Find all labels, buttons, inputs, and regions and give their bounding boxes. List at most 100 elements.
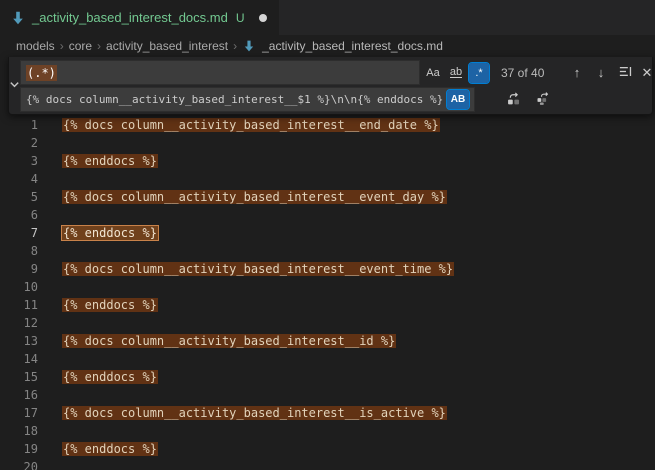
line-content[interactable]: {% docs column__activity_based_interest_…	[62, 188, 447, 206]
current-find-match: {% enddocs %}	[62, 226, 158, 240]
file-tab[interactable]: _activity_based_interest_docs.md U	[0, 0, 280, 35]
arrow-up-icon: ↑	[574, 65, 581, 80]
code-line: 6	[0, 206, 655, 224]
chevron-down-icon	[9, 77, 20, 95]
line-number: 20	[0, 458, 38, 470]
tab-bar: _activity_based_interest_docs.md U	[0, 0, 655, 35]
code-line: 18	[0, 422, 655, 440]
breadcrumb-item-activity-based-interest[interactable]: activity_based_interest	[106, 39, 228, 53]
find-match: {% enddocs %}	[62, 370, 158, 384]
line-content[interactable]: {% enddocs %}	[62, 152, 158, 170]
breadcrumb-separator: ›	[233, 39, 237, 53]
whole-word-button[interactable]: ab	[446, 63, 466, 83]
line-number: 7	[0, 224, 38, 242]
breadcrumb-item-models[interactable]: models	[16, 39, 55, 53]
code-line: 15 {% enddocs %}	[0, 368, 655, 386]
tab-title: _activity_based_interest_docs.md	[32, 10, 228, 25]
line-content[interactable]: {% enddocs %}	[62, 224, 158, 242]
code-line: 12	[0, 314, 655, 332]
line-content[interactable]: {% enddocs %}	[62, 296, 158, 314]
replace-all-button[interactable]	[533, 90, 553, 110]
line-content[interactable]: {% enddocs %}	[62, 440, 158, 458]
code-line: 19 {% enddocs %}	[0, 440, 655, 458]
line-number: 9	[0, 260, 38, 278]
line-content[interactable]: {% docs column__activity_based_interest_…	[62, 260, 454, 278]
regex-label: .*	[475, 67, 482, 79]
match-case-label: Aa	[426, 67, 439, 79]
breadcrumb-separator: ›	[97, 39, 101, 53]
line-number: 4	[0, 170, 38, 188]
line-number: 11	[0, 296, 38, 314]
line-number: 10	[0, 278, 38, 296]
find-in-selection-button[interactable]	[615, 63, 635, 83]
editor-lines[interactable]: 1 {% docs column__activity_based_interest…	[0, 116, 655, 470]
replace-row: {% docs column__activity_based_interest_…	[20, 87, 655, 112]
line-content[interactable]: {% enddocs %}	[62, 368, 158, 386]
search-input[interactable]: (.*)	[20, 60, 420, 85]
preserve-case-button[interactable]: AB	[447, 90, 469, 109]
line-number: 1	[0, 116, 38, 134]
code-line: 9 {% docs column__activity_based_interest…	[0, 260, 655, 278]
line-number: 2	[0, 134, 38, 152]
find-match: {% docs column__activity_based_interest_…	[62, 334, 396, 348]
code-line: 11 {% enddocs %}	[0, 296, 655, 314]
close-icon: ✕	[642, 65, 653, 81]
line-content[interactable]: {% docs column__activity_based_interest_…	[62, 404, 447, 422]
line-number: 14	[0, 350, 38, 368]
find-row: (.*) Aa ab .* 37 of 40 ↑ ↓	[20, 60, 655, 85]
code-line: 20	[0, 458, 655, 470]
line-number: 15	[0, 368, 38, 386]
code-line: 7 {% enddocs %}	[0, 224, 655, 242]
close-find-widget-button[interactable]: ✕	[637, 63, 655, 83]
toggle-replace-button[interactable]	[9, 57, 20, 114]
line-content[interactable]: {% docs column__activity_based_interest_…	[62, 116, 440, 134]
line-number: 17	[0, 404, 38, 422]
replace-icon	[506, 91, 521, 109]
selection-lines-icon	[618, 64, 633, 82]
breadcrumb-separator: ›	[60, 39, 64, 53]
replace-value: {% docs column__activity_based_interest_…	[26, 93, 447, 106]
regex-button[interactable]: .*	[469, 63, 489, 83]
code-line: 16	[0, 386, 655, 404]
find-match: {% enddocs %}	[62, 442, 158, 456]
breadcrumb-item-core[interactable]: core	[69, 39, 92, 53]
whole-word-label: ab	[450, 67, 462, 78]
line-number: 8	[0, 242, 38, 260]
line-number: 19	[0, 440, 38, 458]
git-status-badge: U	[236, 11, 245, 25]
replace-input[interactable]: {% docs column__activity_based_interest_…	[20, 87, 475, 112]
find-match: {% docs column__activity_based_interest_…	[62, 262, 454, 276]
code-line: 2	[0, 134, 655, 152]
line-number: 3	[0, 152, 38, 170]
line-number: 6	[0, 206, 38, 224]
line-number: 16	[0, 386, 38, 404]
code-line: 10	[0, 278, 655, 296]
code-line: 3 {% enddocs %}	[0, 152, 655, 170]
code-line: 8	[0, 242, 655, 260]
find-match: {% docs column__activity_based_interest_…	[62, 118, 440, 132]
markdown-icon	[10, 10, 26, 26]
code-line: 17 {% docs column__activity_based_interes…	[0, 404, 655, 422]
find-match: {% docs column__activity_based_interest_…	[62, 190, 447, 204]
previous-match-button[interactable]: ↑	[567, 63, 587, 83]
code-line: 14	[0, 350, 655, 368]
unsaved-changes-dot[interactable]	[259, 14, 267, 22]
line-number: 13	[0, 332, 38, 350]
search-value: (.*)	[26, 65, 57, 81]
code-line: 4	[0, 170, 655, 188]
find-widget: (.*) Aa ab .* 37 of 40 ↑ ↓	[8, 57, 653, 115]
code-line: 1 {% docs column__activity_based_interest…	[0, 116, 655, 134]
code-line: 5 {% docs column__activity_based_interest…	[0, 188, 655, 206]
find-match: {% enddocs %}	[62, 154, 158, 168]
replace-button[interactable]	[503, 90, 523, 110]
line-number: 5	[0, 188, 38, 206]
breadcrumb: models › core › activity_based_interest …	[0, 35, 655, 57]
next-match-button[interactable]: ↓	[591, 63, 611, 83]
match-case-button[interactable]: Aa	[423, 63, 443, 83]
line-number: 18	[0, 422, 38, 440]
line-content[interactable]: {% docs column__activity_based_interest_…	[62, 332, 396, 350]
breadcrumb-file[interactable]: _activity_based_interest_docs.md	[262, 39, 443, 53]
find-match: {% docs column__activity_based_interest_…	[62, 406, 447, 420]
line-number: 12	[0, 314, 38, 332]
find-match: {% enddocs %}	[62, 298, 158, 312]
